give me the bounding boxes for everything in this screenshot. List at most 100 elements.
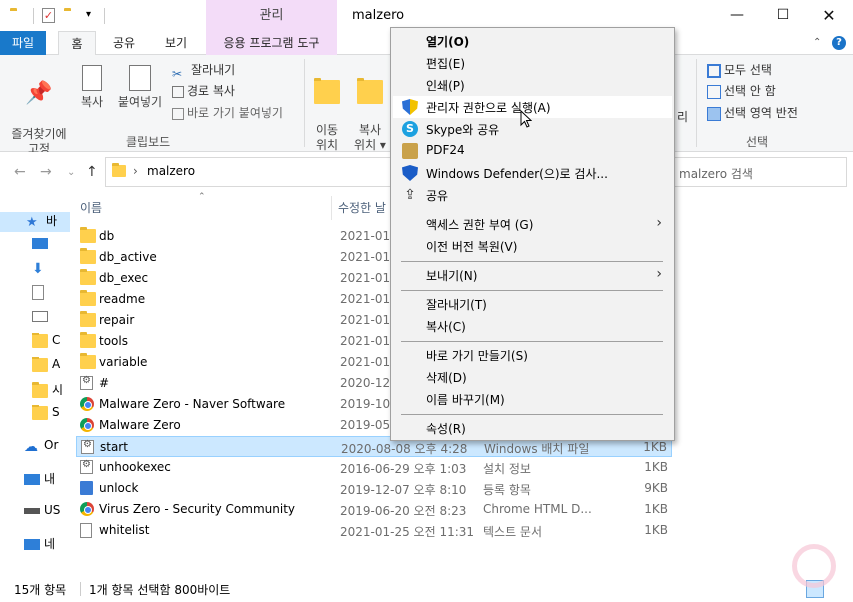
nav-onedrive[interactable]: ☁ Or <box>24 438 68 458</box>
text-document-icon <box>80 523 92 538</box>
navigation-pane: ★ 바 ⬇ C A 시 S ☁ Or 내 US 네 <box>0 192 70 572</box>
close-button[interactable]: ✕ <box>806 0 852 31</box>
file-name: unhookexec <box>99 460 171 474</box>
file-name: Malware Zero - Naver Software <box>99 397 286 411</box>
pin-to-quick-access-button[interactable]: 📌 즐겨찾기에 고정 <box>6 65 72 157</box>
select-none-icon <box>707 84 721 99</box>
file-name: tools <box>99 334 128 348</box>
menu-item-share[interactable]: ⇪ 공유 <box>393 184 672 206</box>
file-date: 2019-10- <box>340 397 395 411</box>
forward-arrow-icon[interactable]: → <box>40 164 52 180</box>
menu-item-run-as-admin[interactable]: 관리자 권한으로 실행(A) <box>393 96 672 118</box>
manage-context-tab-title[interactable]: 관리 <box>206 0 337 31</box>
copy-path-button[interactable]: 경로 복사 <box>172 81 235 101</box>
nav-network[interactable]: 네 <box>24 535 68 555</box>
settings-file-icon <box>80 375 93 390</box>
menu-item-cut[interactable]: 잘라내기(T) <box>393 293 672 315</box>
ribbon-separator <box>304 59 305 147</box>
breadcrumb-path[interactable]: malzero <box>147 164 195 178</box>
menu-label: 삭제(D) <box>426 371 467 385</box>
cut-button[interactable]: ✂ 잘라내기 <box>172 60 235 81</box>
copy-button[interactable]: 복사 <box>76 65 108 110</box>
item-count: 15개 항목 <box>14 583 67 597</box>
paste-shortcut-button[interactable]: 바로 가기 붙여넣기 <box>172 103 283 123</box>
nav-label: 네 <box>44 537 56 551</box>
invert-selection-button[interactable]: 선택 영역 반전 <box>707 103 798 123</box>
menu-item-delete[interactable]: 삭제(D) <box>393 366 672 388</box>
menu-item-copy[interactable]: 복사(C) <box>393 315 672 337</box>
recent-locations-chevron-icon[interactable]: ⌄ <box>67 167 75 178</box>
minimize-button[interactable]: — <box>714 0 760 31</box>
defender-shield-icon <box>402 165 418 181</box>
table-row[interactable]: whitelist 2021-01-25 오전 11:31 텍스트 문서 1KB <box>76 520 672 541</box>
select-none-button[interactable]: 선택 안 함 <box>707 81 776 101</box>
menu-item-send-to[interactable]: 보내기(N) › <box>393 264 672 286</box>
folder-icon <box>32 405 48 420</box>
menu-item-rename[interactable]: 이름 바꾸기(M) <box>393 388 672 410</box>
file-date: 2021-01- <box>340 292 395 306</box>
file-date: 2020-08-08 오후 4:28 <box>341 442 468 456</box>
nav-label: Or <box>44 438 59 452</box>
menu-label: 보내기(N) <box>426 269 478 283</box>
nav-quick-access[interactable]: ★ 바 <box>0 212 70 232</box>
tab-home[interactable]: 홈 <box>58 31 96 56</box>
table-row[interactable]: unlock 2019-12-07 오후 8:10 등록 항목 9KB <box>76 478 672 499</box>
file-type: 설치 정보 <box>483 462 531 476</box>
menu-item-properties[interactable]: 속성(R) <box>393 417 672 439</box>
tab-share[interactable]: 공유 <box>104 31 144 55</box>
tab-file[interactable]: 파일 <box>0 31 46 55</box>
help-icon[interactable]: ? <box>832 36 846 50</box>
file-size: 9KB <box>644 481 668 495</box>
menu-item-pdf24[interactable]: PDF24 <box>393 140 672 162</box>
file-size: 1KB <box>644 460 668 474</box>
nav-this-pc[interactable]: 내 <box>24 470 68 490</box>
file-date: 2019-06-20 오전 8:23 <box>340 504 467 518</box>
menu-item-create-shortcut[interactable]: 바로 가기 만들기(S) <box>393 344 672 366</box>
column-separator[interactable] <box>331 196 332 220</box>
up-arrow-icon[interactable]: ↑ <box>86 164 98 180</box>
file-type: 텍스트 문서 <box>483 525 543 539</box>
select-all-button[interactable]: 모두 선택 <box>707 60 772 80</box>
column-header-name[interactable]: 이름 <box>80 199 102 216</box>
maximize-button[interactable]: ☐ <box>760 0 806 31</box>
file-type: 등록 항목 <box>483 483 531 497</box>
menu-item-grant-access[interactable]: 액세스 권한 부여 (G) › <box>393 213 672 235</box>
folder-icon <box>32 381 48 398</box>
table-row[interactable]: Virus Zero - Security Community 2019-06-2… <box>76 499 672 520</box>
column-header-date[interactable]: 수정한 날 <box>338 199 386 216</box>
nav-label: US <box>44 503 61 517</box>
qat-customize-chevron-icon[interactable]: ▾ <box>86 9 102 27</box>
paste-button[interactable]: 붙여넣기 <box>114 65 166 110</box>
ribbon-separator <box>696 59 697 147</box>
folder-icon <box>80 227 96 243</box>
tab-app-tools[interactable]: 응용 프로그램 도구 <box>206 31 337 55</box>
menu-item-print[interactable]: 인쇄(P) <box>393 74 672 96</box>
folder-icon <box>32 357 48 372</box>
copy-to-button[interactable]: 복사 위치 ▾ <box>354 65 386 153</box>
address-bar[interactable]: › malzero <box>105 157 395 187</box>
breadcrumb-separator-icon[interactable]: › <box>133 164 138 178</box>
nav-label: S <box>52 405 60 419</box>
menu-item-edit[interactable]: 편집(E) <box>393 52 672 74</box>
invert-selection-label: 선택 영역 반전 <box>724 106 798 120</box>
search-input[interactable]: malzero 검색 <box>679 165 753 182</box>
menu-item-open[interactable]: 열기(O) <box>393 30 672 52</box>
sort-ascending-icon: ⌃ <box>198 192 206 202</box>
menu-item-defender-scan[interactable]: Windows Defender(으)로 검사... <box>393 162 672 184</box>
menu-label: 공유 <box>426 189 449 203</box>
search-box[interactable]: malzero 검색 <box>672 157 847 187</box>
menu-item-skype-share[interactable]: S Skype와 공유 <box>393 118 672 140</box>
file-date: 2019-05- <box>340 418 395 432</box>
paste-label: 붙여넣기 <box>117 95 163 109</box>
file-name: start <box>100 440 128 454</box>
cloud-icon: ☁ <box>24 438 38 455</box>
properties-check-icon[interactable]: ✓ <box>42 8 55 23</box>
invert-selection-icon <box>707 106 721 121</box>
back-arrow-icon[interactable]: ← <box>14 164 26 180</box>
ribbon-collapse-chevron-icon[interactable]: ⌃ <box>813 37 821 48</box>
table-row[interactable]: unhookexec 2016-06-29 오후 1:03 설치 정보 1KB <box>76 457 672 478</box>
nav-usb[interactable]: US <box>24 503 68 523</box>
menu-item-restore-versions[interactable]: 이전 버전 복원(V) <box>393 235 672 257</box>
tab-view[interactable]: 보기 <box>156 31 196 55</box>
large-icons-view-icon[interactable] <box>828 580 846 598</box>
